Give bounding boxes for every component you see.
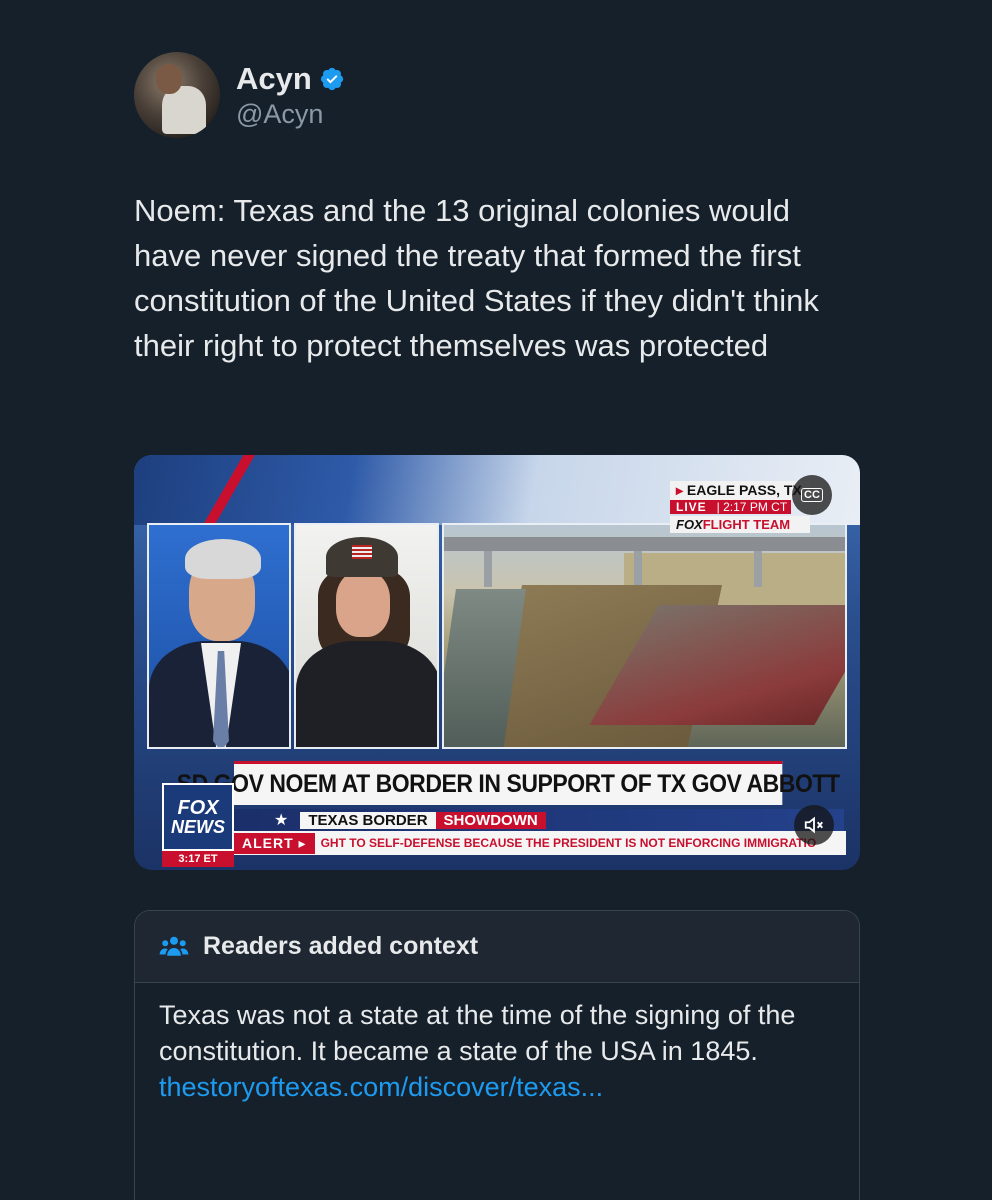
video-panel-anchor <box>147 523 291 749</box>
handle[interactable]: @Acyn <box>236 99 345 130</box>
guest-jacket <box>296 641 437 747</box>
location-label: EAGLE PASS, TX <box>686 482 802 498</box>
community-note-body-container: Texas was not a state at the time of the… <box>135 983 859 1105</box>
triangle-icon: ▸ <box>676 482 687 498</box>
fox-news-logo: FOX NEWS 3:17 ET <box>162 783 234 867</box>
community-note: Readers added context Texas was not a st… <box>134 910 860 1200</box>
flight-team-text: FLIGHT TEAM <box>702 517 791 532</box>
logo-line1: FOX <box>177 797 219 819</box>
avatar-face <box>156 64 182 94</box>
bridge-pillar <box>484 551 492 587</box>
alert-badge: ALERT ▸ <box>234 832 315 854</box>
star-icon: ★ <box>274 812 289 829</box>
live-time: | 2:17 PM CT <box>712 500 792 514</box>
closed-captions-button[interactable]: CC <box>792 475 832 515</box>
bridge-pillar <box>754 551 762 587</box>
bridge-pillar <box>634 551 642 587</box>
live-line: LIVE | 2:17 PM CT <box>670 500 810 514</box>
segment-label: TEXAS BORDER <box>300 811 436 829</box>
aerial-bridge <box>444 537 845 551</box>
logo-line2: NEWS <box>171 817 225 837</box>
chyron-headline: SD GOV NOEM AT BORDER IN SUPPORT OF TX G… <box>177 761 840 805</box>
broadcast-clock: 3:17 ET <box>162 851 234 867</box>
tweet-text: Noem: Texas and the 13 original colonies… <box>134 193 819 363</box>
ticker-text: GHT TO SELF-DEFENSE BECAUSE THE PRESIDEN… <box>320 836 817 850</box>
cc-icon: CC <box>801 488 823 502</box>
chyron-subheadline: ★ TEXAS BORDER SHOWDOWN <box>234 809 844 831</box>
tweet-header: Acyn @Acyn <box>134 52 345 138</box>
author-names: Acyn @Acyn <box>236 61 345 130</box>
guest-face <box>336 571 390 637</box>
location-bug: ▸ EAGLE PASS, TX LIVE | 2:17 PM CT FOXFL… <box>670 481 810 533</box>
video-panel-border-aerial <box>442 523 847 749</box>
location-line: ▸ EAGLE PASS, TX <box>670 481 810 500</box>
flight-team-fox: FOX <box>676 517 703 532</box>
segment-highlight: SHOWDOWN <box>435 811 546 829</box>
display-name-row: Acyn <box>236 61 345 97</box>
mute-button[interactable] <box>794 805 834 845</box>
anchor-hair <box>185 539 261 579</box>
people-icon <box>159 936 189 956</box>
speaker-muted-icon <box>804 816 823 834</box>
community-note-body: Texas was not a state at the time of the… <box>159 1000 796 1066</box>
community-note-source-link[interactable]: thestoryoftexas.com/discover/texas... <box>159 1069 835 1105</box>
ticker-bar: ALERT ▸ GHT TO SELF-DEFENSE BECAUSE THE … <box>234 831 846 855</box>
video-player[interactable]: ▸ EAGLE PASS, TX LIVE | 2:17 PM CT FOXFL… <box>134 455 860 870</box>
avatar[interactable] <box>134 52 220 138</box>
video-panel-guest <box>294 523 439 749</box>
flight-team-label: FOXFLIGHT TEAM <box>670 516 810 533</box>
community-note-title[interactable]: Readers added context <box>203 932 478 961</box>
community-note-header: Readers added context <box>135 911 859 983</box>
display-name[interactable]: Acyn <box>236 61 312 97</box>
verified-badge-icon <box>320 67 343 90</box>
live-badge: LIVE <box>670 500 713 514</box>
flag-patch-icon <box>352 545 372 559</box>
